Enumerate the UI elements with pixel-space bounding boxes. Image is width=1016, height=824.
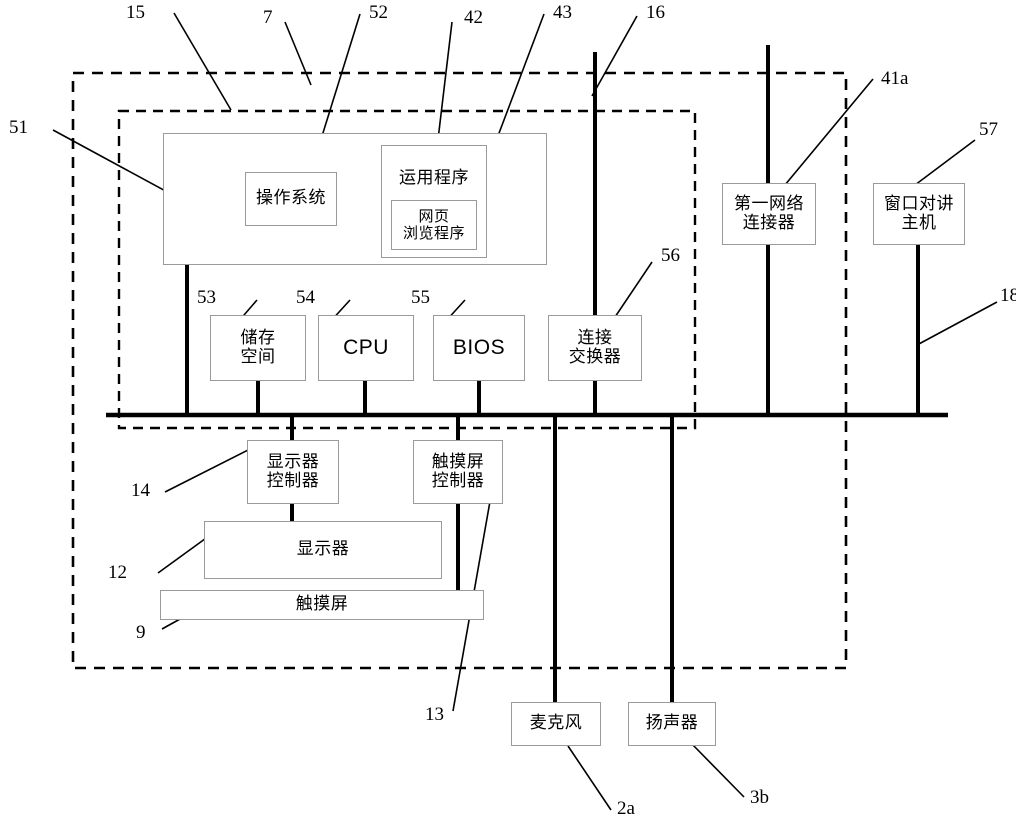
ref-label-53: 53 <box>197 287 216 308</box>
ref-label-15: 15 <box>126 2 145 23</box>
web-browser-box[interactable]: 网页 浏览程序 <box>391 200 477 250</box>
application-program-label-wrap: 运用程序 <box>381 166 487 192</box>
leader-3b <box>689 741 745 798</box>
window-intercom-host-label-line1: 窗口对讲 <box>884 193 954 214</box>
leader-16 <box>591 15 638 97</box>
ref-label-43: 43 <box>553 2 572 23</box>
ref-label-57: 57 <box>979 119 998 140</box>
application-program-label: 运用程序 <box>399 168 469 189</box>
ref-label-52: 52 <box>369 2 388 23</box>
window-intercom-host-box[interactable]: 窗口对讲 主机 <box>873 183 965 245</box>
ref-label-7: 7 <box>263 7 273 28</box>
web-browser-label-line1: 网页 <box>418 207 450 226</box>
display-controller-label-line1: 显示器 <box>266 451 320 472</box>
ref-label-56: 56 <box>661 245 680 266</box>
first-network-connector-label-line1: 第一网络 <box>734 193 804 214</box>
cpu-box[interactable]: CPU <box>318 315 414 381</box>
ref-label-3b: 3b <box>750 787 769 808</box>
first-network-connector-label-line2: 连接器 <box>742 213 796 233</box>
leader-15 <box>173 12 232 111</box>
software-outer-frame <box>163 133 547 265</box>
display-controller-box[interactable]: 显示器 控制器 <box>247 440 339 504</box>
ref-label-12: 12 <box>108 562 127 583</box>
speaker-box[interactable]: 扬声器 <box>628 702 716 746</box>
cpu-label: CPU <box>343 336 389 360</box>
ref-label-2a: 2a <box>617 798 635 819</box>
display-box[interactable]: 显示器 <box>204 521 442 579</box>
leader-7 <box>284 21 312 86</box>
leader-42 <box>436 21 453 149</box>
touchscreen-controller-box[interactable]: 触摸屏 控制器 <box>413 440 503 504</box>
leader-57 <box>914 139 976 186</box>
web-browser-label-line2: 浏览程序 <box>402 224 465 242</box>
storage-space-box[interactable]: 储存 空间 <box>210 315 306 381</box>
ref-label-55: 55 <box>411 287 430 308</box>
connect-switch-label-line2: 交换器 <box>568 347 622 367</box>
first-network-connector-box[interactable]: 第一网络 连接器 <box>722 183 816 245</box>
connect-switch-box[interactable]: 连接 交换器 <box>548 315 642 381</box>
connect-switch-label-line1: 连接 <box>577 327 613 348</box>
display-controller-label-line2: 控制器 <box>266 471 320 491</box>
touchscreen-controller-label-line2: 控制器 <box>431 471 485 491</box>
ref-label-18: 18 <box>1000 285 1016 306</box>
ref-label-13: 13 <box>425 704 444 725</box>
touchscreen-controller-label-line1: 触摸屏 <box>431 451 485 472</box>
ref-label-51: 51 <box>9 117 28 138</box>
window-intercom-host-label-line2: 主机 <box>901 213 937 233</box>
ref-label-16: 16 <box>646 2 665 23</box>
leader-2a <box>567 745 612 811</box>
storage-space-label-line1: 储存 <box>240 327 276 348</box>
bios-label: BIOS <box>452 336 506 360</box>
display-label: 显示器 <box>296 539 350 560</box>
figure-canvas: 操作系统 运用程序 网页 浏览程序 储存 空间 CPU BIOS 连接 交换器 … <box>0 0 1016 824</box>
ref-label-9: 9 <box>136 622 146 643</box>
ref-label-42: 42 <box>464 7 483 28</box>
operating-system-label: 操作系统 <box>256 188 326 209</box>
touchscreen-box[interactable]: 触摸屏 <box>160 590 484 620</box>
operating-system-box[interactable]: 操作系统 <box>245 172 337 226</box>
diagram-lines-layer <box>52 12 998 811</box>
speaker-label: 扬声器 <box>645 713 699 734</box>
storage-space-label-line2: 空间 <box>240 347 276 367</box>
bios-box[interactable]: BIOS <box>433 315 525 381</box>
leader-56 <box>612 261 653 321</box>
ref-label-54: 54 <box>296 287 315 308</box>
ref-label-14: 14 <box>131 480 150 501</box>
touchscreen-label: 触摸屏 <box>295 594 349 615</box>
ref-label-41a: 41a <box>881 68 909 89</box>
microphone-box[interactable]: 麦克风 <box>511 702 601 746</box>
microphone-label: 麦克风 <box>529 713 583 734</box>
leader-18 <box>916 301 998 346</box>
